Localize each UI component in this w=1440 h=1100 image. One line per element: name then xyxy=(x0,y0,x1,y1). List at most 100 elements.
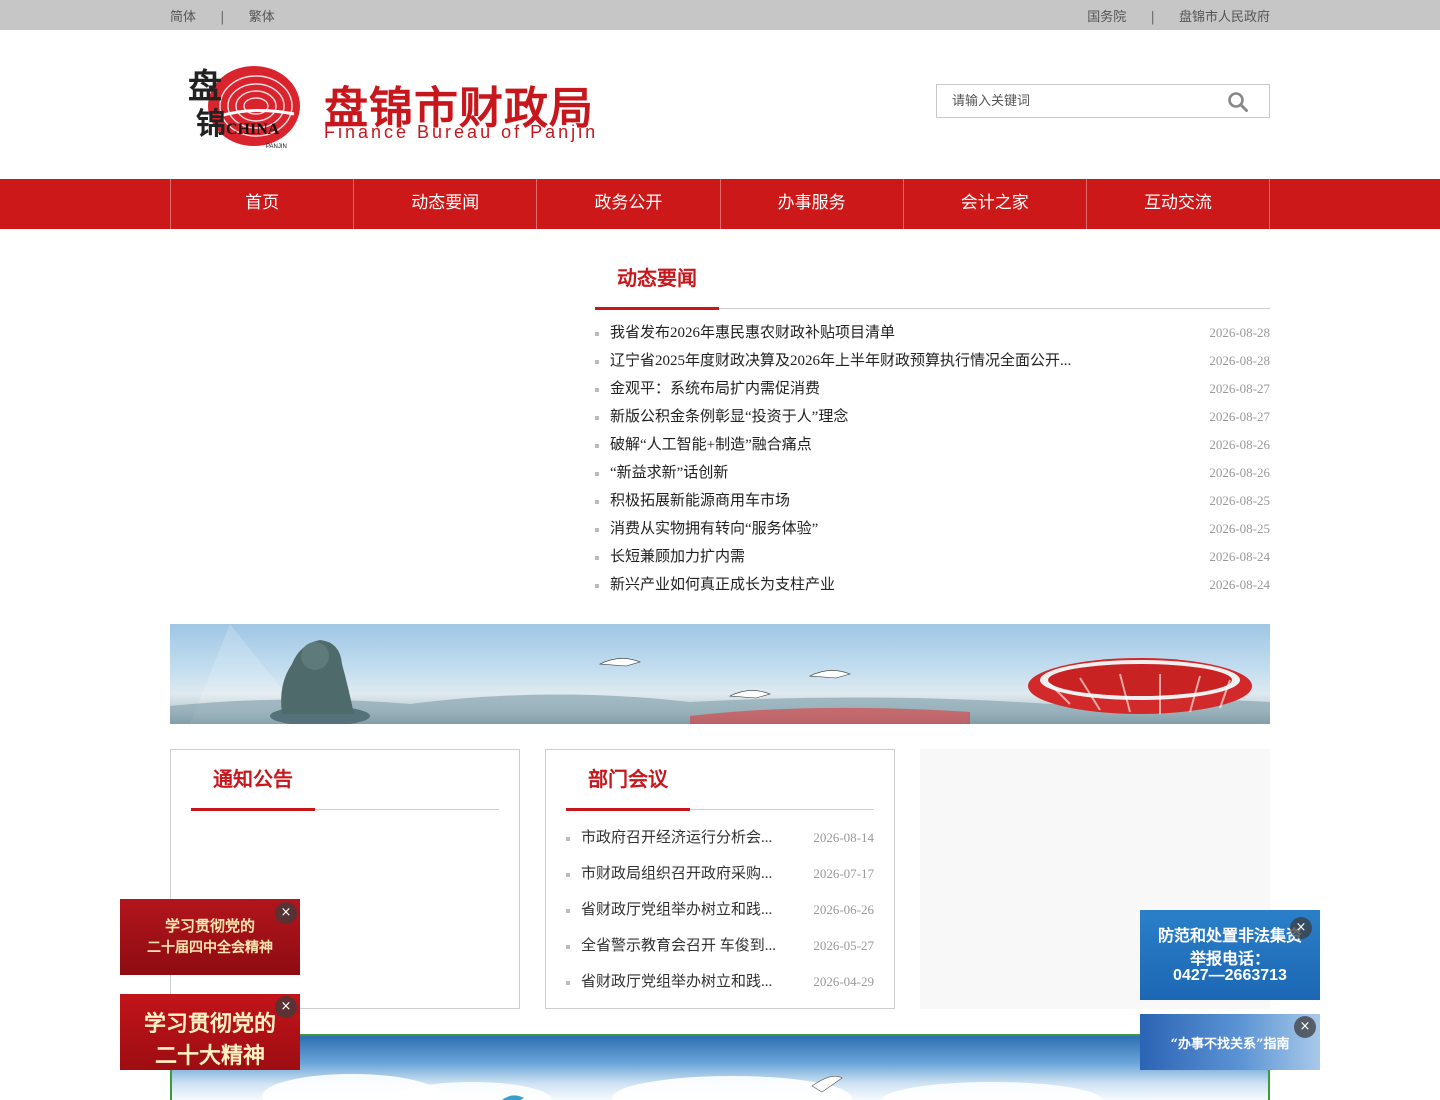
news-item: 我省发布2026年惠民惠农财政补贴项目清单 2026-08-28 xyxy=(595,319,1270,347)
search-icon[interactable] xyxy=(1227,91,1249,113)
notice-title-tab[interactable]: 通知公告 xyxy=(191,751,315,811)
meeting-item-title[interactable]: 省财政厅党组举办树立和践... xyxy=(581,968,772,1004)
search-input[interactable] xyxy=(937,85,1207,117)
meetings-box: 部门会议 市政府召开经济运行分析会... 2026-08-14 市财政局组织召开政… xyxy=(545,749,895,1009)
seal-china: CHINA xyxy=(226,121,280,138)
news-item: 新兴产业如何真正成长为支柱产业 2026-08-24 xyxy=(595,571,1270,599)
news-item: 消费从实物拥有转向“服务体验” 2026-08-25 xyxy=(595,515,1270,543)
ad3-phone: 0427—2663713 xyxy=(1173,967,1287,984)
news-item-title[interactable]: 我省发布2026年惠民惠农财政补贴项目清单 xyxy=(610,319,895,347)
meeting-item-title[interactable]: 市财政局组织召开政府采购... xyxy=(581,860,772,896)
meeting-item-date: 2026-08-14 xyxy=(813,830,874,845)
seal-char-jin: 锦 xyxy=(196,107,226,142)
illegal-fundraising-report-ad[interactable]: 防范和处置非法集资 举报电话： 0427—2663713 × xyxy=(1140,910,1320,1000)
meeting-item-date: 2026-05-27 xyxy=(813,938,874,953)
news-title-tab[interactable]: 动态要闻 xyxy=(595,250,719,310)
ad3-line2: 举报电话： xyxy=(1189,949,1270,968)
meeting-item-date: 2026-06-26 xyxy=(813,902,874,917)
bottom-banner xyxy=(170,1034,1270,1100)
news-item-date: 2026-08-27 xyxy=(1209,381,1270,396)
nav-home[interactable]: 首页 xyxy=(171,179,355,229)
separator: | xyxy=(1150,9,1155,25)
ad4-line1: “办事不找关系”指南 xyxy=(1170,1037,1290,1052)
meeting-item-title[interactable]: 省财政厅党组举办树立和践... xyxy=(581,896,772,932)
news-list: 我省发布2026年惠民惠农财政补贴项目清单 2026-08-28 辽宁省2025年… xyxy=(595,319,1270,599)
meeting-item-title[interactable]: 全省警示教育会召开 车俊到... xyxy=(581,932,776,968)
separator: | xyxy=(220,9,225,25)
news-item: 辽宁省2025年度财政决算及2026年上半年财政预算执行情况全面公开... 202… xyxy=(595,347,1270,375)
top-bar: 简体 | 繁体 国务院 | 盘锦市人民政府 xyxy=(0,0,1440,30)
ad2-line2: 二十大精神 xyxy=(154,1043,265,1069)
no-connections-guide-ad[interactable]: “办事不找关系”指南 × xyxy=(1140,1014,1320,1070)
news-item: 长短兼顾加力扩内需 2026-08-24 xyxy=(595,543,1270,571)
news-item-title[interactable]: 辽宁省2025年度财政决算及2026年上半年财政预算执行情况全面公开... xyxy=(610,347,1071,375)
meeting-item: 市政府召开经济运行分析会... 2026-08-14 xyxy=(566,824,874,860)
news-header: 动态要闻 xyxy=(595,249,1270,310)
meeting-item: 省财政厅党组举办树立和践... 2026-04-29 xyxy=(566,968,874,1004)
nav-government-affairs[interactable]: 政务公开 xyxy=(537,179,721,229)
news-item-title[interactable]: 新版公积金条例彰显“投资于人”理念 xyxy=(610,403,848,431)
news-item-title[interactable]: 消费从实物拥有转向“服务体验” xyxy=(610,515,818,543)
city-banner xyxy=(170,624,1270,724)
news-item-title[interactable]: 积极拓展新能源商用车市场 xyxy=(610,487,790,515)
nav-news[interactable]: 动态要闻 xyxy=(354,179,538,229)
news-item: 破解“人工智能+制造”融合痛点 2026-08-26 xyxy=(595,431,1270,459)
close-icon[interactable]: × xyxy=(1290,917,1312,939)
stone-lion-image xyxy=(270,640,370,724)
simplified-chinese-link[interactable]: 简体 xyxy=(170,10,196,25)
nav-services[interactable]: 办事服务 xyxy=(721,179,904,229)
news-item: 积极拓展新能源商用车市场 2026-08-25 xyxy=(595,487,1270,515)
crane-birds xyxy=(598,658,851,699)
main-nav: 首页 动态要闻 政务公开 办事服务 会计之家 互动交流 xyxy=(0,179,1440,229)
news-item-date: 2026-08-26 xyxy=(1209,465,1270,480)
news-item-date: 2026-08-28 xyxy=(1209,353,1270,368)
panjin-seal-logo: 盘 锦 CHINA PANJIN xyxy=(188,66,300,150)
meetings-header: 部门会议 xyxy=(566,750,874,811)
external-links: 国务院 | 盘锦市人民政府 xyxy=(1087,6,1270,25)
notice-header: 通知公告 xyxy=(191,750,499,811)
news-item-date: 2026-08-25 xyxy=(1209,521,1270,536)
banner-illustration xyxy=(170,624,1270,724)
traditional-chinese-link[interactable]: 繁体 xyxy=(249,10,275,25)
news-item-title[interactable]: “新益求新”话创新 xyxy=(610,459,728,487)
news-item: 金观平：系统布局扩内需促消费 2026-08-27 xyxy=(595,375,1270,403)
main-content: 动态要闻 我省发布2026年惠民惠农财政补贴项目清单 2026-08-28 辽宁省… xyxy=(170,229,1270,624)
news-item-title[interactable]: 长短兼顾加力扩内需 xyxy=(610,543,745,571)
news-item-title[interactable]: 破解“人工智能+制造”融合痛点 xyxy=(610,431,812,459)
panjin-government-link[interactable]: 盘锦市人民政府 xyxy=(1179,10,1270,25)
close-icon[interactable]: × xyxy=(275,996,297,1018)
study-twentieth-congress-ad[interactable]: 学习贯彻党的 二十大精神 × xyxy=(120,994,300,1070)
site-logo[interactable]: 盘 锦 CHINA PANJIN 盘锦市财政局 Finance Bureau o… xyxy=(174,58,604,154)
news-item: “新益求新”话创新 2026-08-26 xyxy=(595,459,1270,487)
study-fourth-plenum-ad[interactable]: 学习贯彻党的 二十届四中全会精神 × xyxy=(120,899,300,975)
meeting-item: 全省警示教育会召开 车俊到... 2026-05-27 xyxy=(566,932,874,968)
news-item-title[interactable]: 金观平：系统布局扩内需促消费 xyxy=(610,375,820,403)
header: 盘 锦 CHINA PANJIN 盘锦市财政局 Finance Bureau o… xyxy=(170,30,1270,179)
news-item-date: 2026-08-27 xyxy=(1209,409,1270,424)
news-item-date: 2026-08-24 xyxy=(1209,549,1270,564)
meeting-item-title[interactable]: 市政府召开经济运行分析会... xyxy=(581,824,772,860)
seal-char-pan: 盘 xyxy=(188,67,222,107)
meeting-item: 市财政局组织召开政府采购... 2026-07-17 xyxy=(566,860,874,896)
nav-interaction[interactable]: 互动交流 xyxy=(1087,179,1271,229)
meeting-item-date: 2026-07-17 xyxy=(813,866,874,881)
three-column-section: 通知公告 部门会议 市政府召开经济运行分析会... 2026-08-14 市财政局… xyxy=(170,749,1270,1009)
news-section: 动态要闻 我省发布2026年惠民惠农财政补贴项目清单 2026-08-28 辽宁省… xyxy=(595,249,1270,599)
meetings-title-tab[interactable]: 部门会议 xyxy=(566,751,690,811)
stadium-image xyxy=(1028,658,1252,714)
close-icon[interactable]: × xyxy=(275,902,297,924)
nav-accounting[interactable]: 会计之家 xyxy=(904,179,1087,229)
site-subtitle: Finance Bureau of Panjin xyxy=(324,122,599,142)
meetings-list: 市政府召开经济运行分析会... 2026-08-14 市财政局组织召开政府采购..… xyxy=(566,824,874,1004)
state-council-link[interactable]: 国务院 xyxy=(1087,10,1126,25)
news-item-title[interactable]: 新兴产业如何真正成长为支柱产业 xyxy=(610,571,835,599)
search-box xyxy=(936,84,1270,118)
ad2-line1: 学习贯彻党的 xyxy=(143,1011,276,1037)
ad1-line1: 学习贯彻党的 xyxy=(164,917,255,935)
meeting-item-date: 2026-04-29 xyxy=(813,974,874,989)
language-switch: 简体 | 繁体 xyxy=(170,6,275,25)
close-icon[interactable]: × xyxy=(1294,1016,1316,1038)
news-item: 新版公积金条例彰显“投资于人”理念 2026-08-27 xyxy=(595,403,1270,431)
ad1-line2: 二十届四中全会精神 xyxy=(147,940,273,956)
news-item-date: 2026-08-28 xyxy=(1209,325,1270,340)
